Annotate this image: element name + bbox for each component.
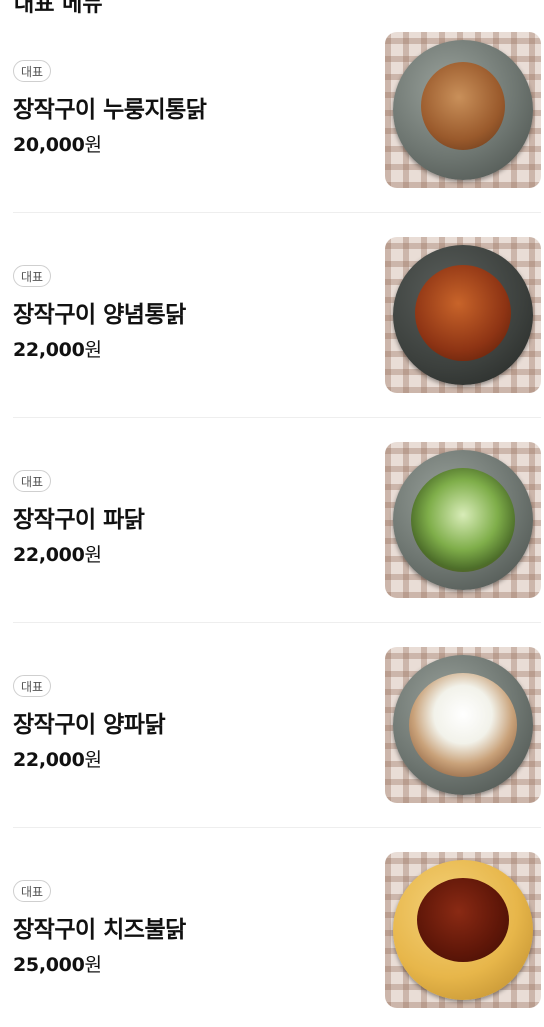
menu-item-name: 장작구이 양파닭 xyxy=(13,712,166,738)
stone-plate xyxy=(393,450,533,590)
stone-plate xyxy=(393,655,533,795)
menu-item-name: 장작구이 치즈불닭 xyxy=(13,917,186,943)
representative-badge: 대표 xyxy=(13,675,52,697)
menu-item[interactable]: 대표 장작구이 파닭 22,000원 xyxy=(13,442,541,598)
menu-item-price: 20,000원 xyxy=(13,134,102,156)
menu-item[interactable]: 대표 장작구이 치즈불닭 25,000원 xyxy=(13,852,541,1008)
menu-item-photo[interactable] xyxy=(385,442,541,598)
representative-badge: 대표 xyxy=(13,265,52,287)
menu-item-name: 장작구이 양념통닭 xyxy=(13,302,186,328)
menu-item-photo[interactable] xyxy=(385,647,541,803)
menu-item-price: 22,000원 xyxy=(13,339,102,361)
sauced-chicken-image xyxy=(415,265,511,361)
menu-item-photo[interactable] xyxy=(385,237,541,393)
divider xyxy=(13,827,541,828)
menu-item-name: 장작구이 파닭 xyxy=(13,507,145,533)
menu-item-price: 25,000원 xyxy=(13,954,102,976)
menu-item[interactable]: 대표 장작구이 누룽지통닭 20,000원 xyxy=(13,32,541,188)
menu-item[interactable]: 대표 장작구이 양파닭 22,000원 xyxy=(13,647,541,803)
menu-item-price: 22,000원 xyxy=(13,544,102,566)
representative-badge: 대표 xyxy=(13,60,52,82)
menu-item[interactable]: 대표 장작구이 양념통닭 22,000원 xyxy=(13,237,541,393)
representative-badge: 대표 xyxy=(13,880,52,902)
divider xyxy=(13,622,541,623)
representative-badge: 대표 xyxy=(13,470,52,492)
section-title: 대표 메뉴 xyxy=(14,0,103,17)
onion-chicken-image xyxy=(409,673,517,777)
scallion-chicken-image xyxy=(411,468,515,572)
divider xyxy=(13,417,541,418)
roasted-chicken-image xyxy=(421,62,505,150)
stone-plate xyxy=(393,245,533,385)
menu-item-name: 장작구이 누룽지통닭 xyxy=(13,97,207,123)
menu-item-price: 22,000원 xyxy=(13,749,102,771)
divider xyxy=(13,212,541,213)
cheese-fire-chicken-image xyxy=(417,878,509,962)
stone-plate xyxy=(393,40,533,180)
menu-item-photo[interactable] xyxy=(385,852,541,1008)
stone-plate xyxy=(393,860,533,1000)
menu-item-photo[interactable] xyxy=(385,32,541,188)
